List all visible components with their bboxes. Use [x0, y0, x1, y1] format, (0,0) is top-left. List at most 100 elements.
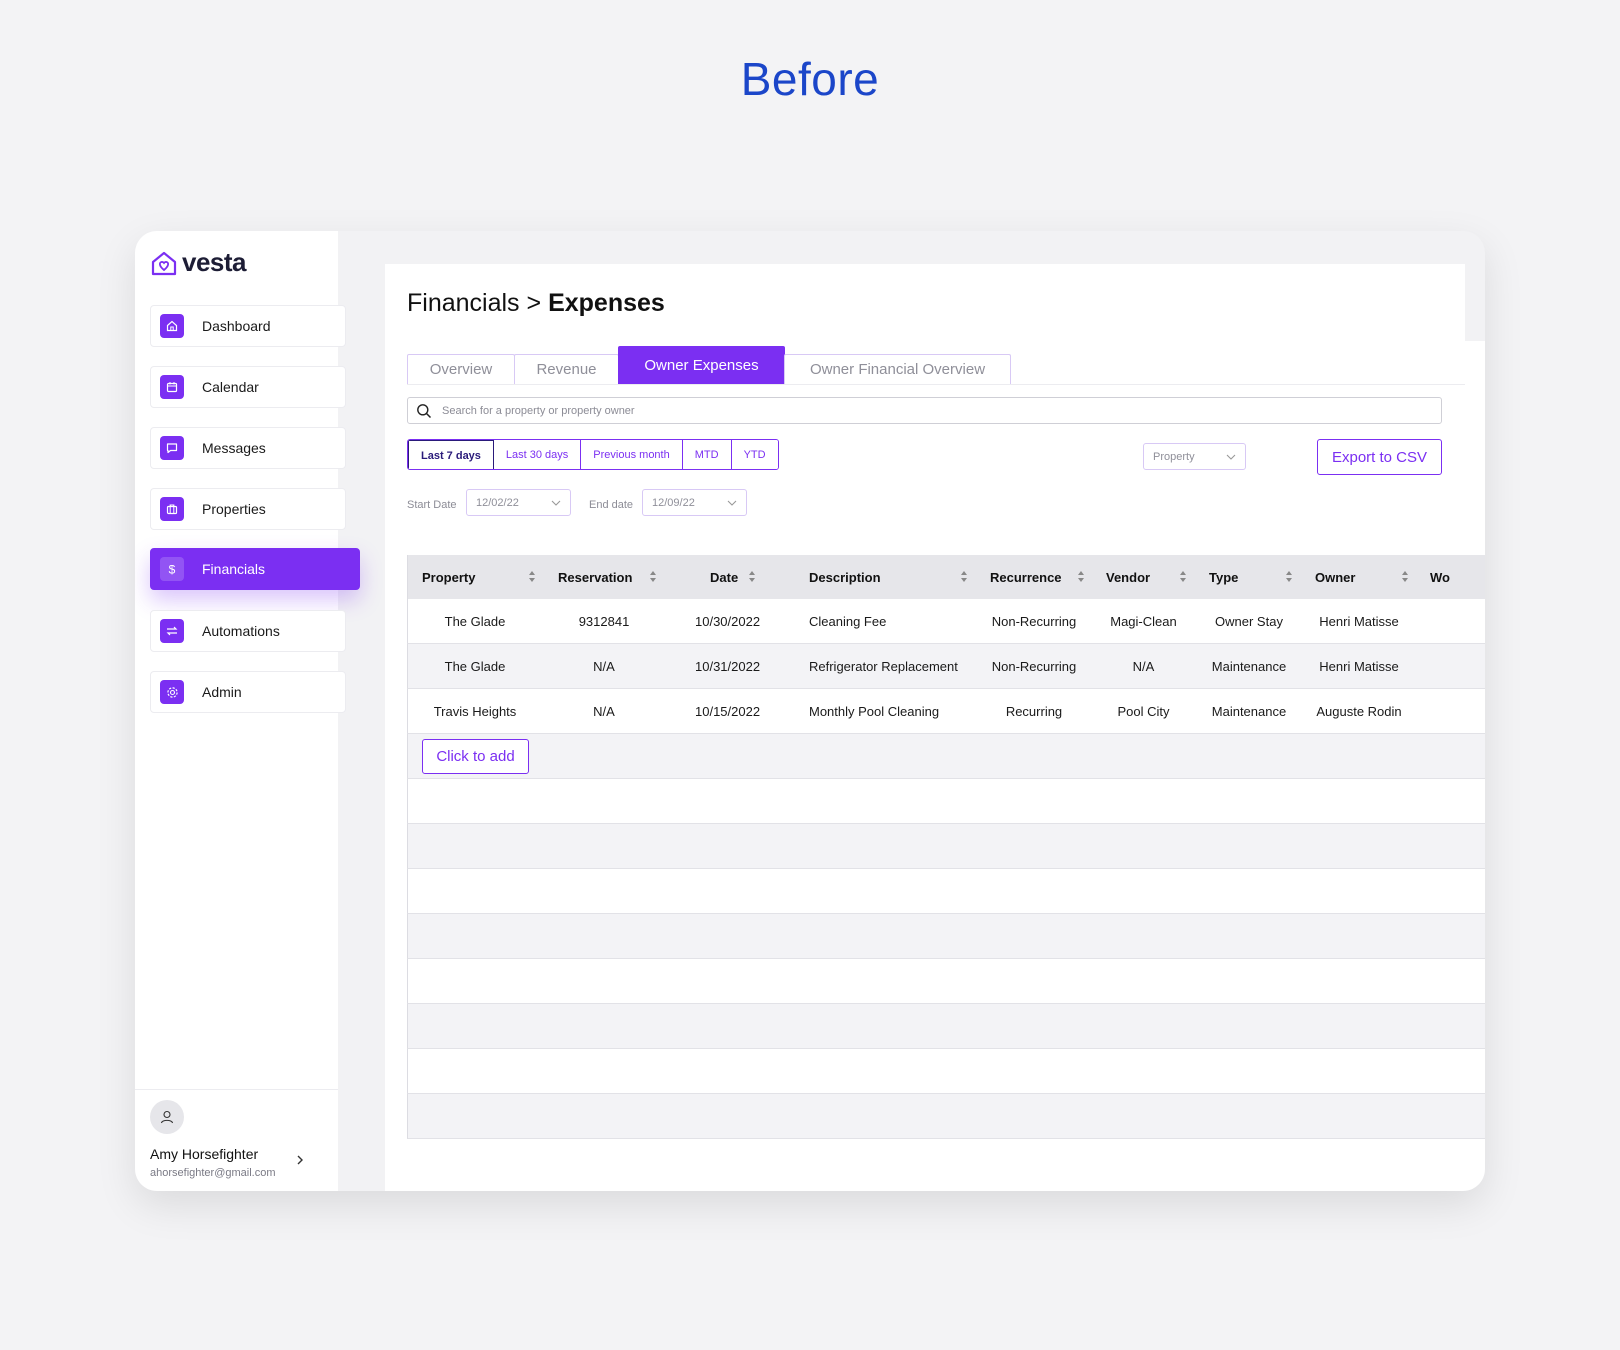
breadcrumb-separator: > [526, 289, 542, 317]
sidebar-item-admin[interactable]: Admin [150, 671, 346, 713]
breadcrumb-parent[interactable]: Financials [407, 289, 520, 317]
main-content: Overview Revenue Owner Expenses Owner Fi… [385, 341, 1485, 1191]
user-name: Amy Horsefighter [150, 1146, 259, 1162]
cell-owner: Auguste Rodin [1316, 703, 1402, 719]
table-row-empty[interactable] [407, 959, 1485, 1004]
column-header-type[interactable]: Type [1209, 555, 1238, 599]
sort-icon[interactable] [528, 570, 536, 583]
repeat-icon [160, 619, 184, 643]
cell-recurrence: Non-Recurring [991, 658, 1077, 674]
table-row-empty[interactable] [407, 1004, 1485, 1049]
sidebar-item-calendar[interactable]: Calendar [150, 366, 346, 408]
sidebar-item-messages[interactable]: Messages [150, 427, 346, 469]
brand-name: vesta [182, 247, 247, 277]
tab-owner-expenses[interactable]: Owner Expenses [618, 346, 785, 384]
cell-property: The Glade [444, 613, 506, 629]
range-mtd[interactable]: MTD [682, 440, 732, 469]
cell-property: The Glade [444, 658, 506, 674]
property-dropdown[interactable]: Property [1143, 443, 1246, 470]
chevron-right-icon[interactable] [295, 1154, 305, 1166]
cell-description: Monthly Pool Cleaning [809, 703, 940, 719]
table-header: Property Reservation Date Description Re… [407, 555, 1485, 599]
column-header-description[interactable]: Description [809, 555, 881, 599]
end-date-label: End date [589, 499, 634, 511]
logo[interactable]: vesta [150, 247, 247, 278]
cell-type: Maintenance [1211, 658, 1287, 674]
sidebar-item-label: Admin [202, 684, 242, 700]
range-ytd[interactable]: YTD [731, 440, 778, 469]
dollar-icon: $ [160, 557, 184, 581]
search-bar[interactable] [407, 397, 1442, 424]
cell-description: Refrigerator Replacement [809, 658, 958, 674]
chevron-down-icon [1226, 454, 1236, 460]
sidebar-item-label: Calendar [202, 379, 259, 395]
table-row-empty[interactable] [407, 779, 1485, 824]
briefcase-icon [160, 497, 184, 521]
gear-icon [160, 680, 184, 704]
cell-date: 10/15/2022 [695, 703, 761, 719]
cell-property: Travis Heights [433, 703, 517, 719]
range-last-7-days[interactable]: Last 7 days [408, 440, 494, 469]
table-row[interactable]: Travis Heights N/A 10/15/2022 Monthly Po… [407, 689, 1485, 734]
column-header-property[interactable]: Property [422, 555, 475, 599]
tab-owner-financial-overview[interactable]: Owner Financial Overview [784, 354, 1011, 384]
table-row-empty[interactable] [407, 869, 1485, 914]
sidebar-item-properties[interactable]: Properties [150, 488, 346, 530]
user-profile[interactable]: Amy Horsefighter ahorsefighter@gmail.com [135, 1089, 338, 1191]
cell-vendor: Pool City [1117, 703, 1170, 719]
cell-owner: Henri Matisse [1319, 613, 1399, 629]
avatar[interactable] [150, 1100, 184, 1134]
sort-icon[interactable] [960, 570, 968, 583]
column-header-vendor[interactable]: Vendor [1106, 555, 1150, 599]
end-date-value: 12/09/22 [652, 496, 695, 509]
sidebar-item-label: Financials [202, 561, 266, 577]
sort-icon[interactable] [649, 570, 657, 583]
sidebar-item-financials[interactable]: $ Financials [150, 548, 360, 590]
column-header-recurrence[interactable]: Recurrence [990, 555, 1062, 599]
column-header-wo[interactable]: Wo [1430, 555, 1450, 599]
table-row-empty[interactable] [407, 1094, 1485, 1139]
cell-recurrence: Non-Recurring [991, 613, 1077, 629]
sidebar-item-dashboard[interactable]: Dashboard [150, 305, 346, 347]
sort-icon[interactable] [1179, 570, 1187, 583]
search-icon [416, 403, 432, 419]
column-header-reservation[interactable]: Reservation [558, 555, 632, 599]
sort-icon[interactable] [1077, 570, 1085, 583]
range-last-30-days[interactable]: Last 30 days [493, 440, 582, 469]
table-row-empty[interactable] [407, 824, 1485, 869]
tab-revenue[interactable]: Revenue [514, 354, 619, 384]
chevron-down-icon [551, 500, 561, 506]
column-header-owner[interactable]: Owner [1315, 555, 1355, 599]
add-row-button[interactable]: Click to add [422, 739, 529, 774]
tabs-divider [407, 384, 1465, 385]
cell-reservation: 9312841 [578, 613, 630, 629]
export-csv-button[interactable]: Export to CSV [1317, 439, 1442, 475]
app-window: vesta Dashboard Calendar Messages Proper… [135, 231, 1485, 1191]
start-date-label: Start Date [407, 499, 457, 511]
cell-reservation: N/A [593, 703, 615, 719]
range-previous-month[interactable]: Previous month [581, 440, 683, 469]
sort-icon[interactable] [1401, 570, 1409, 583]
cell-vendor: N/A [1132, 658, 1155, 674]
start-date-picker[interactable]: 12/02/22 [466, 489, 571, 516]
column-header-date[interactable]: Date [710, 555, 738, 599]
start-date-value: 12/02/22 [476, 496, 519, 509]
house-heart-icon [151, 251, 177, 275]
chevron-down-icon [727, 500, 737, 506]
table-row[interactable]: The Glade N/A 10/31/2022 Refrigerator Re… [407, 644, 1485, 689]
table-row[interactable]: The Glade 9312841 10/30/2022 Cleaning Fe… [407, 599, 1485, 644]
table-row-empty[interactable] [407, 914, 1485, 959]
tab-overview[interactable]: Overview [407, 354, 515, 384]
table-row-empty[interactable] [407, 1049, 1485, 1094]
cell-description: Cleaning Fee [809, 613, 887, 629]
cell-type: Owner Stay [1215, 613, 1283, 629]
user-email: ahorsefighter@gmail.com [150, 1167, 276, 1179]
cell-date: 10/31/2022 [695, 658, 761, 674]
sidebar-item-automations[interactable]: Automations [150, 610, 346, 652]
search-input[interactable] [440, 403, 1344, 418]
message-icon [160, 436, 184, 460]
sort-icon[interactable] [748, 570, 756, 583]
page-heading: Before [740, 53, 880, 105]
sort-icon[interactable] [1285, 570, 1293, 583]
end-date-picker[interactable]: 12/09/22 [642, 489, 747, 516]
